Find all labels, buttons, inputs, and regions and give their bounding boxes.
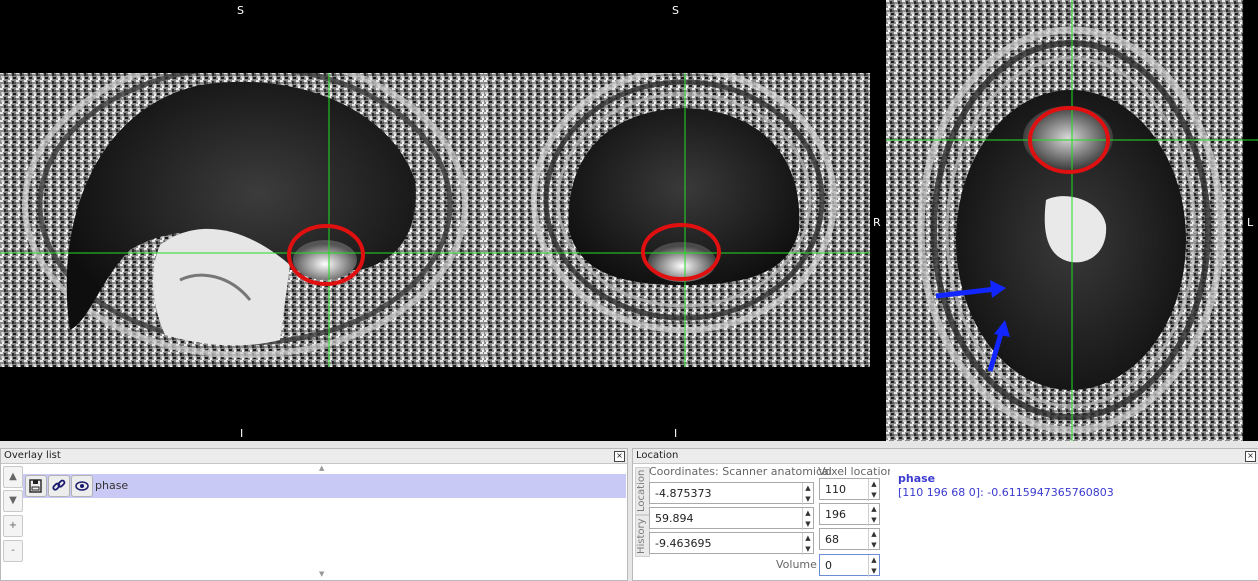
- coronal-image: [484, 0, 886, 441]
- coordinate-y-field[interactable]: 59.894 ▲ ▼: [649, 507, 814, 530]
- panel-title: Overlay list: [1, 449, 627, 464]
- voxel-x-spinner[interactable]: ▲ ▼: [868, 479, 879, 501]
- orientation-label-inferior: I: [240, 427, 244, 440]
- axial-view[interactable]: L: [886, 0, 1258, 441]
- voxel-location-label: Voxel location: [818, 465, 895, 478]
- tab-location[interactable]: Location: [635, 467, 650, 515]
- tab-history[interactable]: History: [635, 515, 650, 557]
- sagittal-view[interactable]: S I: [0, 0, 484, 441]
- overlay-list-panel: Overlay list × ▲ ▼ + - ▲ phase ▼: [0, 448, 628, 581]
- overlay-list: ▲ phase ▼: [23, 464, 626, 579]
- volume-spinner[interactable]: ▲ ▼: [868, 555, 879, 577]
- eye-icon: [75, 481, 89, 491]
- coordinate-x-spinner[interactable]: ▲ ▼: [802, 483, 813, 505]
- overlay-name: phase: [95, 479, 129, 492]
- close-icon[interactable]: ×: [1245, 451, 1256, 462]
- info-area: phase [110 196 68 0]: -0.611594736576080…: [890, 464, 1256, 579]
- scroll-down-icon[interactable]: ▼: [319, 570, 324, 578]
- orientation-label-inferior: I: [674, 427, 678, 440]
- orientation-label-superior: S: [672, 4, 679, 17]
- coordinate-x-field[interactable]: -4.875373 ▲ ▼: [649, 482, 814, 505]
- voxel-x-field[interactable]: 110 ▲ ▼: [819, 478, 880, 501]
- info-overlay-name: phase: [898, 472, 936, 485]
- panel-title: Location: [633, 449, 1258, 464]
- volume-label: Volume: [776, 558, 817, 571]
- remove-overlay-button[interactable]: -: [3, 540, 23, 562]
- coordinates-label: Coordinates: Scanner anatomical: [649, 465, 832, 478]
- move-down-button[interactable]: ▼: [3, 490, 23, 512]
- coordinate-y-spinner[interactable]: ▲ ▼: [802, 508, 813, 530]
- close-icon[interactable]: ×: [614, 451, 625, 462]
- add-overlay-button[interactable]: +: [3, 515, 23, 537]
- voxel-y-field[interactable]: 196 ▲ ▼: [819, 503, 880, 526]
- coronal-view[interactable]: S I R: [484, 0, 886, 441]
- scroll-up-icon[interactable]: ▲: [319, 464, 324, 472]
- save-icon: [29, 479, 42, 493]
- link-button[interactable]: [48, 475, 70, 497]
- orientation-label-left: L: [1247, 216, 1254, 229]
- voxel-y-spinner[interactable]: ▲ ▼: [868, 504, 879, 526]
- voxel-z-spinner[interactable]: ▲ ▼: [868, 529, 879, 551]
- move-up-button[interactable]: ▲: [3, 466, 23, 488]
- volume-field[interactable]: 0 ▲ ▼: [819, 554, 880, 577]
- location-panel: Location × Location History Coordinates:…: [632, 448, 1258, 581]
- coordinate-z-spinner[interactable]: ▲ ▼: [802, 533, 813, 555]
- info-value-line: [110 196 68 0]: -0.6115947365760803: [898, 486, 1114, 499]
- link-icon: [52, 479, 66, 491]
- voxel-z-field[interactable]: 68 ▲ ▼: [819, 528, 880, 551]
- visibility-toggle[interactable]: [71, 475, 93, 497]
- orientation-label-superior: S: [237, 4, 244, 17]
- list-item[interactable]: phase: [23, 474, 626, 498]
- coordinate-z-field[interactable]: -9.463695 ▲ ▼: [649, 532, 814, 555]
- save-button[interactable]: [25, 475, 47, 497]
- axial-image: [886, 0, 1258, 441]
- orientation-label-right: R: [873, 216, 881, 229]
- sagittal-image: [0, 0, 484, 441]
